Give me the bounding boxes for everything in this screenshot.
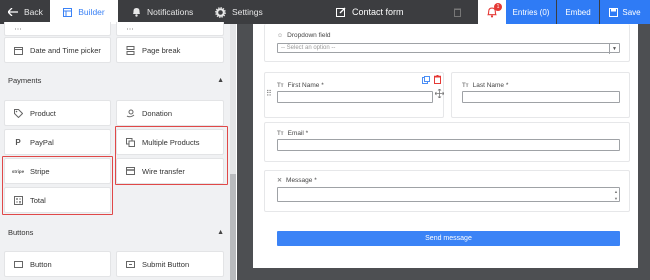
textarea-scroll-icon: ▲ ▼: [614, 189, 618, 201]
section-payments[interactable]: Payments ▲: [8, 76, 224, 85]
last-name-label: Tт Last Name *: [462, 82, 508, 89]
field-product[interactable]: Product: [4, 100, 111, 126]
text-field-icon: Tт: [277, 82, 284, 89]
tab-settings[interactable]: Settings: [215, 0, 263, 24]
scrollbar-thumb[interactable]: [230, 174, 236, 280]
edit-icon: [336, 7, 346, 17]
button-icon: [13, 259, 23, 269]
page-break-icon: [125, 45, 135, 55]
arrow-left-icon: [8, 8, 18, 16]
delete-form-button[interactable]: [454, 0, 467, 24]
dots-icon: ⋯: [126, 24, 134, 33]
card-label: Product: [30, 108, 56, 118]
textarea-icon: ✕: [277, 178, 283, 184]
first-name-input[interactable]: [277, 91, 433, 103]
last-name-label-text: Last Name *: [472, 82, 509, 89]
message-textarea[interactable]: ▲ ▼: [277, 187, 620, 202]
message-label-text: Message *: [286, 177, 317, 184]
donation-icon: [125, 108, 135, 118]
first-name-label: Tт First Name *: [277, 82, 324, 89]
text-field-icon: Tт: [462, 82, 469, 89]
chevron-down-icon: ▼: [609, 44, 619, 54]
card-label: Donation: [142, 108, 173, 118]
alert-count-badge: 1: [494, 3, 502, 11]
dropdown-label: ☺ Dropdown field: [277, 32, 331, 39]
last-name-input[interactable]: [462, 91, 620, 103]
card-label: PayPal: [30, 137, 54, 147]
send-message-button[interactable]: Send message: [277, 231, 620, 246]
field-card-partial[interactable]: ⋯: [4, 22, 111, 36]
embed-button[interactable]: Embed: [557, 0, 599, 24]
save-button[interactable]: Save: [600, 0, 650, 24]
trash-icon[interactable]: [434, 75, 441, 84]
builder-icon: [63, 7, 73, 17]
email-label: Tт Email *: [277, 130, 308, 137]
dropdown-icon: ☺: [277, 32, 284, 39]
dropdown-select[interactable]: -- Select an option -- ▼: [277, 43, 620, 54]
field-card-partial[interactable]: ⋯: [116, 22, 224, 36]
field-donation[interactable]: Donation: [116, 100, 224, 126]
field-button[interactable]: Button: [4, 251, 111, 277]
dropdown-label-text: Dropdown field: [287, 32, 331, 39]
field-paypal[interactable]: P PayPal: [4, 129, 111, 155]
alerts-button[interactable]: 1: [478, 0, 506, 24]
card-label: Date and Time picker: [30, 45, 101, 55]
sidebar-scrollbar[interactable]: [230, 24, 236, 280]
highlight-box: [2, 156, 113, 215]
notifications-label: Notifications: [147, 7, 194, 17]
first-name-label-text: First Name *: [287, 82, 324, 89]
submit-icon: [125, 259, 135, 269]
gear-icon: [215, 6, 226, 18]
card-label: Submit Button: [142, 259, 190, 269]
save-icon: [609, 7, 619, 17]
save-label: Save: [622, 7, 641, 17]
calendar-icon: [13, 45, 23, 55]
section-title: Buttons: [8, 228, 34, 237]
section-buttons[interactable]: Buttons ▲: [8, 228, 224, 237]
tab-builder[interactable]: Builder: [50, 0, 118, 24]
section-title: Payments: [8, 76, 42, 85]
email-input[interactable]: [277, 139, 620, 151]
dropdown-placeholder: -- Select an option --: [281, 45, 336, 51]
top-bar: Back Builder Notifications Settings Cont…: [0, 0, 650, 24]
email-label-text: Email *: [287, 130, 309, 137]
form-title[interactable]: Contact form: [336, 0, 404, 24]
settings-label: Settings: [232, 7, 263, 17]
chevron-up-icon[interactable]: ▲: [217, 77, 224, 84]
builder-label: Builder: [78, 7, 105, 17]
card-label: Button: [30, 259, 52, 269]
field-submit-button[interactable]: Submit Button: [116, 251, 224, 277]
back-button[interactable]: Back: [8, 0, 43, 24]
bell-icon: [133, 8, 140, 17]
copy-icon[interactable]: [422, 76, 430, 84]
message-label: ✕ Message *: [277, 177, 317, 184]
back-label: Back: [24, 7, 43, 17]
move-icon[interactable]: [435, 89, 444, 98]
dots-icon: ⋯: [14, 24, 22, 33]
entries-button[interactable]: Entries (0): [506, 0, 556, 24]
highlight-box: [115, 126, 228, 185]
tag-icon: [13, 108, 23, 118]
form-title-text: Contact form: [352, 7, 404, 17]
field-date-time-picker[interactable]: Date and Time picker: [4, 37, 111, 63]
tab-notifications[interactable]: Notifications: [132, 0, 193, 24]
field-page-break[interactable]: Page break: [116, 37, 224, 63]
text-field-icon: Tт: [277, 130, 284, 137]
card-label: Page break: [142, 45, 181, 55]
chevron-up-icon[interactable]: ▲: [217, 229, 224, 236]
trash-icon: [454, 8, 461, 17]
paypal-icon: P: [15, 137, 21, 147]
